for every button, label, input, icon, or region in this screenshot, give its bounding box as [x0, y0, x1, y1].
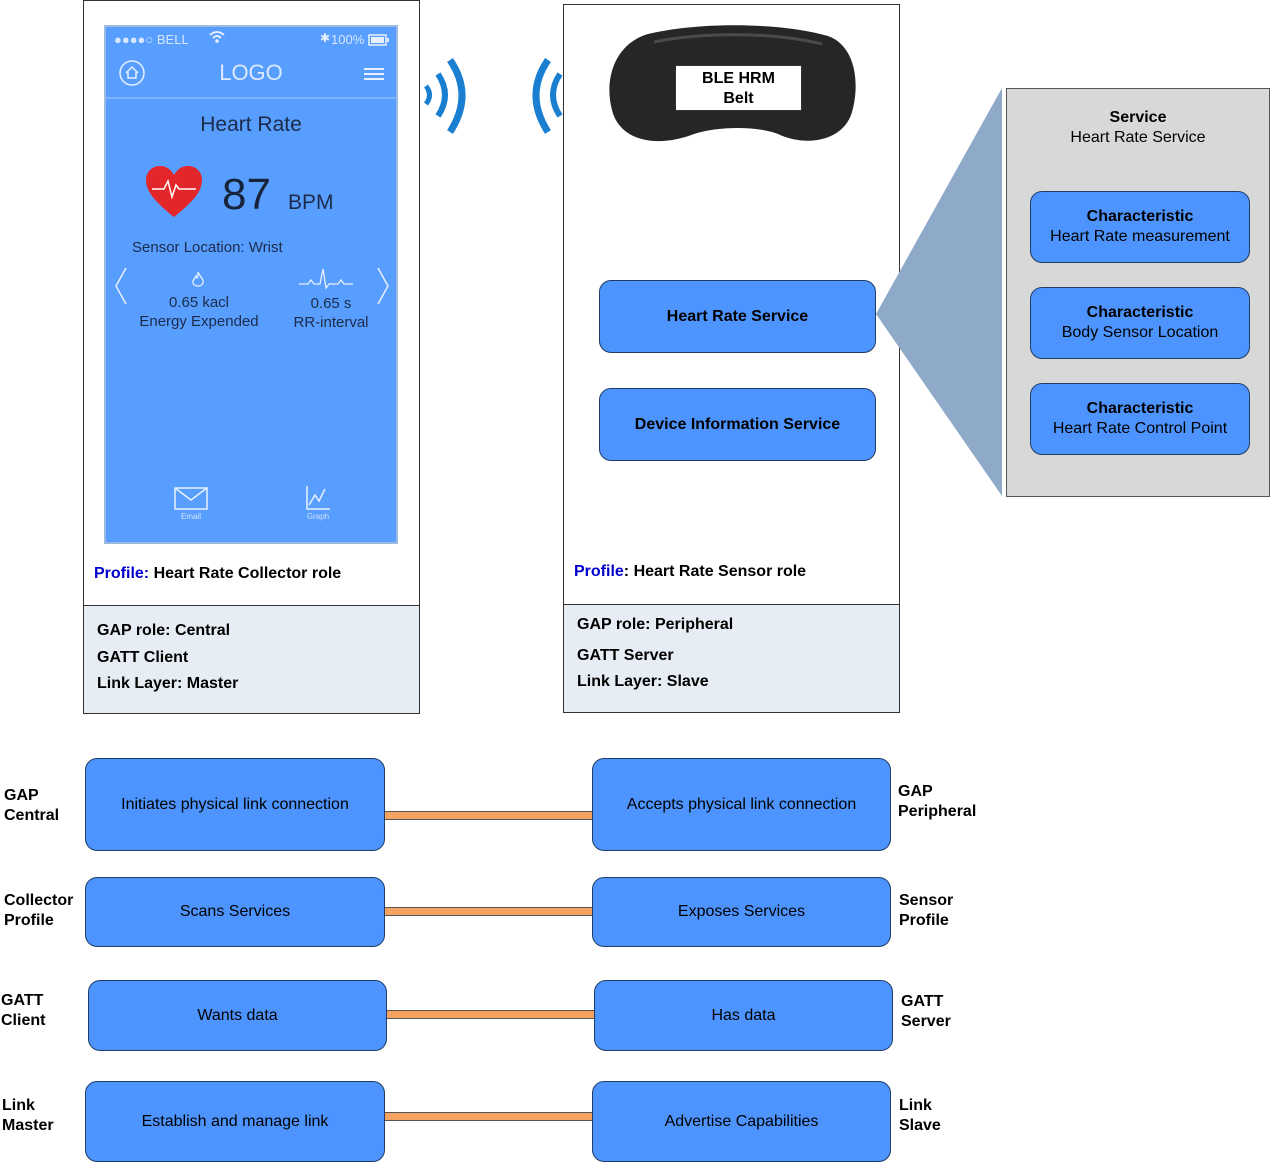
collector-link-layer: Link Layer: Master [97, 675, 239, 692]
characteristic-name: Heart Rate Control Point [1052, 420, 1228, 437]
characteristic-kind: Characteristic [1086, 304, 1194, 321]
rr-value: 0.65 s [310, 295, 352, 312]
heart-icon [144, 165, 204, 224]
connector-line [385, 907, 593, 916]
right-role-box[interactable]: Advertise Capabilities [592, 1081, 891, 1162]
left-role-box[interactable]: Scans Services [85, 877, 385, 947]
sensor-gatt: GATT Server [577, 647, 674, 664]
characteristic-heart-rate-measurement[interactable]: Characteristic Heart Rate measurement [1030, 191, 1250, 263]
collector-gatt: GATT Client [97, 649, 189, 666]
left-role-box[interactable]: Establish and manage link [85, 1081, 385, 1162]
graph-label: Graph [306, 512, 330, 521]
profile-value: : Heart Rate Sensor role [623, 563, 807, 580]
right-role-label: GATT Server [901, 993, 951, 1030]
bpm-value: 87 [222, 170, 271, 219]
wifi-icon [208, 29, 226, 50]
right-role-box[interactable]: Has data [594, 980, 893, 1051]
rr-wave-icon [298, 266, 354, 295]
profile-key: Profile [574, 563, 624, 580]
profile-key: Profile: [94, 565, 150, 582]
email-label: Email [180, 512, 201, 521]
phone-title: Heart Rate [200, 113, 302, 136]
service-name: Heart Rate Service [1070, 129, 1206, 146]
left-role-box[interactable]: Initiates physical link connection [85, 758, 385, 851]
flame-icon [191, 271, 205, 294]
left-role-box[interactable]: Wants data [88, 980, 387, 1051]
left-role-label: Collector Profile [4, 892, 74, 929]
menu-icon[interactable] [363, 66, 385, 87]
profile-value: Heart Rate Collector role [153, 565, 342, 582]
energy-label: Energy Expended [139, 313, 259, 330]
characteristic-heart-rate-control-point[interactable]: Characteristic Heart Rate Control Point [1030, 383, 1250, 455]
connector-line [385, 811, 593, 820]
characteristic-kind: Characteristic [1086, 208, 1194, 225]
device-label-line1: BLE HRM [702, 70, 775, 87]
sensor-location: Sensor Location: Wrist [132, 239, 283, 256]
sensor-roles: GAP role: Peripheral GATT Server Link La… [564, 604, 899, 712]
bpm-unit: BPM [288, 191, 334, 214]
collector-roles: GAP role: Central GATT Client Link Layer… [84, 605, 419, 713]
bluetooth-icon: ✱ [320, 31, 331, 45]
rr-label: RR-interval [293, 314, 369, 331]
battery-icon [368, 33, 390, 51]
connector-line [385, 1112, 593, 1121]
service-heading: Service [1109, 109, 1167, 126]
characteristic-name: Body Sensor Location [1061, 324, 1219, 341]
zoom-wedge [876, 88, 1004, 503]
connector-line [387, 1010, 595, 1019]
right-role-label: Sensor Profile [899, 892, 954, 929]
device-information-service-box[interactable]: Device Information Service [599, 388, 876, 461]
characteristic-name: Heart Rate measurement [1050, 228, 1230, 245]
phone-screen: ●●●●○ BELL ✱ 100% LOGO Heart Rate 87 BPM… [104, 25, 398, 544]
app-logo: LOGO [219, 60, 283, 85]
collector-gap-role: GAP role: Central [97, 622, 231, 639]
right-role-box[interactable]: Exposes Services [592, 877, 891, 947]
right-role-label: Link Slave [899, 1097, 941, 1134]
left-role-label: GAP Central [4, 787, 60, 824]
collector-profile: Profile: Heart Rate Collector role [94, 565, 341, 583]
heart-rate-service-box[interactable]: Heart Rate Service [599, 280, 876, 353]
device-label-line2: Belt [723, 90, 754, 107]
signal-waves-right-icon [420, 52, 476, 143]
characteristic-body-sensor-location[interactable]: Characteristic Body Sensor Location [1030, 287, 1250, 359]
sensor-profile: Profile: Heart Rate Sensor role [574, 563, 806, 581]
left-role-label: GATT Client [1, 992, 46, 1029]
right-role-label: GAP Peripheral [898, 783, 977, 820]
status-carrier: ●●●●○ BELL [114, 32, 189, 47]
device-label-box: BLE HRM Belt [675, 65, 802, 111]
characteristic-kind: Characteristic [1086, 400, 1194, 417]
energy-value: 0.65 kacl [168, 294, 230, 311]
sensor-gap-role: GAP role: Peripheral [577, 616, 734, 633]
header-divider [106, 97, 396, 99]
status-battery: 100% [331, 32, 365, 47]
left-role-label: Link Master [2, 1097, 54, 1134]
sensor-link-layer: Link Layer: Slave [577, 673, 709, 690]
right-role-box[interactable]: Accepts physical link connection [592, 758, 891, 851]
